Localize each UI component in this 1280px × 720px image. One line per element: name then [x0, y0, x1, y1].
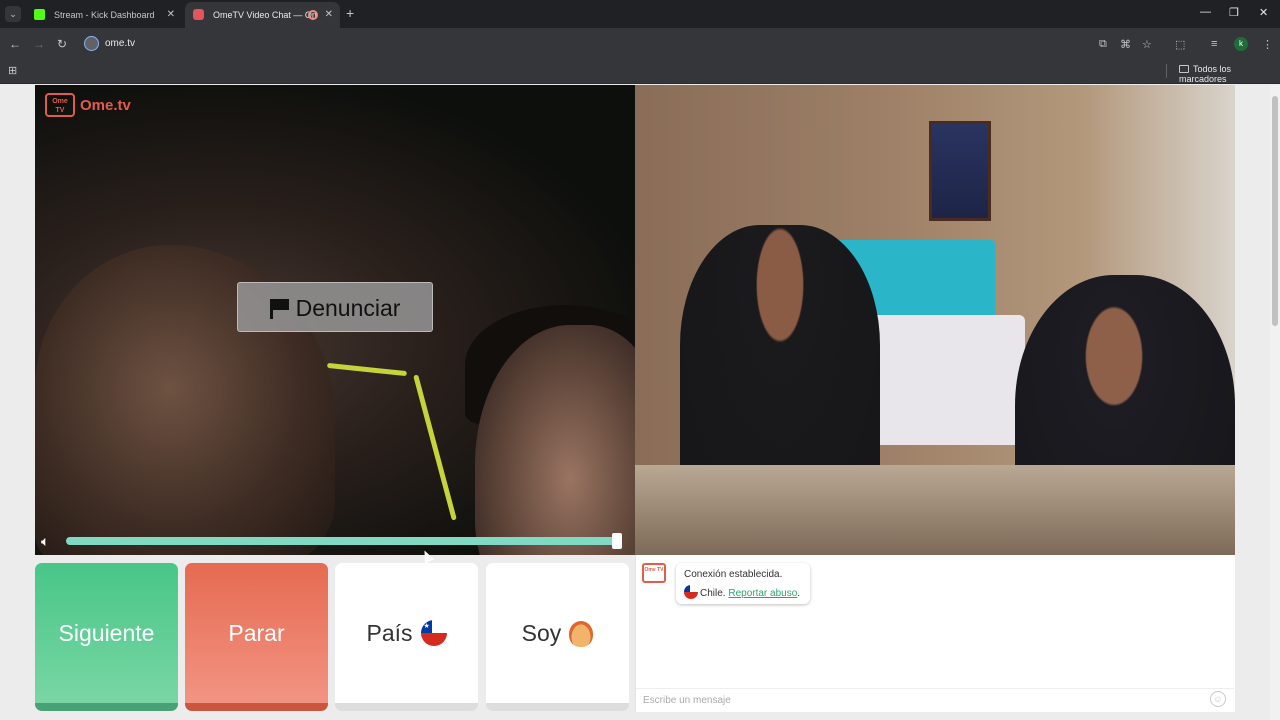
ometv-favicon-icon — [193, 9, 204, 20]
tab-ometv[interactable]: OmeTV Video Chat — Ome ✕ — [185, 2, 340, 28]
chile-flag-icon: ★ — [420, 620, 447, 646]
back-button[interactable]: ← — [9, 37, 21, 51]
next-button[interactable]: Siguiente — [35, 563, 178, 711]
gender-button[interactable]: Soy — [486, 563, 629, 711]
menu-icon[interactable]: ⋮ — [1262, 38, 1273, 51]
close-window-button[interactable]: ✕ — [1259, 6, 1268, 19]
volume-slider-handle[interactable] — [612, 533, 622, 549]
folder-icon — [1179, 65, 1189, 73]
report-abuse-link[interactable]: Reportar abuso — [728, 588, 797, 599]
close-tab-icon[interactable]: ✕ — [325, 2, 333, 28]
bookmarks-bar — [0, 60, 1280, 84]
bookmarks-separator — [1166, 64, 1167, 78]
apps-grid-icon[interactable]: ⊞ — [8, 64, 17, 77]
volume-icon[interactable]: 🔈︎ — [41, 533, 49, 550]
report-button[interactable]: Denunciar — [237, 282, 433, 332]
tab-kick-dashboard[interactable]: Stream - Kick Dashboard ✕ — [26, 2, 182, 28]
media-controls-icon[interactable]: ≡ — [1211, 38, 1217, 50]
reload-button[interactable]: ↻ — [57, 37, 67, 51]
ometv-avatar-icon: Ome TV — [642, 563, 666, 583]
extensions-icon[interactable]: ⬚ — [1175, 38, 1185, 51]
all-bookmarks-button[interactable]: Todos los marcadores — [1179, 64, 1280, 84]
flag-icon — [269, 299, 289, 319]
tab-search-button[interactable]: ⌄ — [5, 6, 21, 22]
system-message: Conexión establecida. Chile. Reportar ab… — [676, 563, 810, 604]
stop-button[interactable]: Parar — [185, 563, 328, 711]
country-button[interactable]: País ★ — [335, 563, 478, 711]
translate-icon[interactable]: ⌘ — [1120, 38, 1131, 51]
chile-flag-icon — [684, 585, 698, 599]
site-info-icon[interactable] — [84, 36, 99, 51]
address-bar[interactable] — [79, 33, 1161, 55]
boy-face-icon — [569, 621, 594, 647]
forward-button[interactable]: → — [33, 37, 45, 51]
new-tab-button[interactable]: + — [346, 5, 354, 21]
url-text[interactable]: ome.tv — [105, 38, 135, 49]
restore-button[interactable]: ❐ — [1229, 6, 1239, 19]
tv-logo-icon: Ome TV — [45, 93, 75, 117]
install-app-icon[interactable]: ⧉ — [1099, 38, 1107, 51]
scrollbar-thumb[interactable] — [1272, 96, 1278, 326]
volume-slider[interactable] — [66, 537, 622, 545]
kick-favicon-icon — [34, 9, 45, 20]
bookmark-star-icon[interactable]: ☆ — [1142, 38, 1152, 51]
message-input[interactable] — [636, 688, 1234, 712]
recording-icon — [308, 10, 318, 20]
profile-avatar[interactable]: k — [1234, 37, 1248, 51]
browser-tab-bar: ⌄ Stream - Kick Dashboard ✕ OmeTV Video … — [0, 0, 1280, 28]
emoji-picker-icon[interactable]: ☺ — [1210, 691, 1226, 707]
minimize-button[interactable]: — — [1200, 6, 1211, 18]
own-camera-video — [635, 85, 1235, 555]
close-tab-icon[interactable]: ✕ — [167, 2, 175, 28]
